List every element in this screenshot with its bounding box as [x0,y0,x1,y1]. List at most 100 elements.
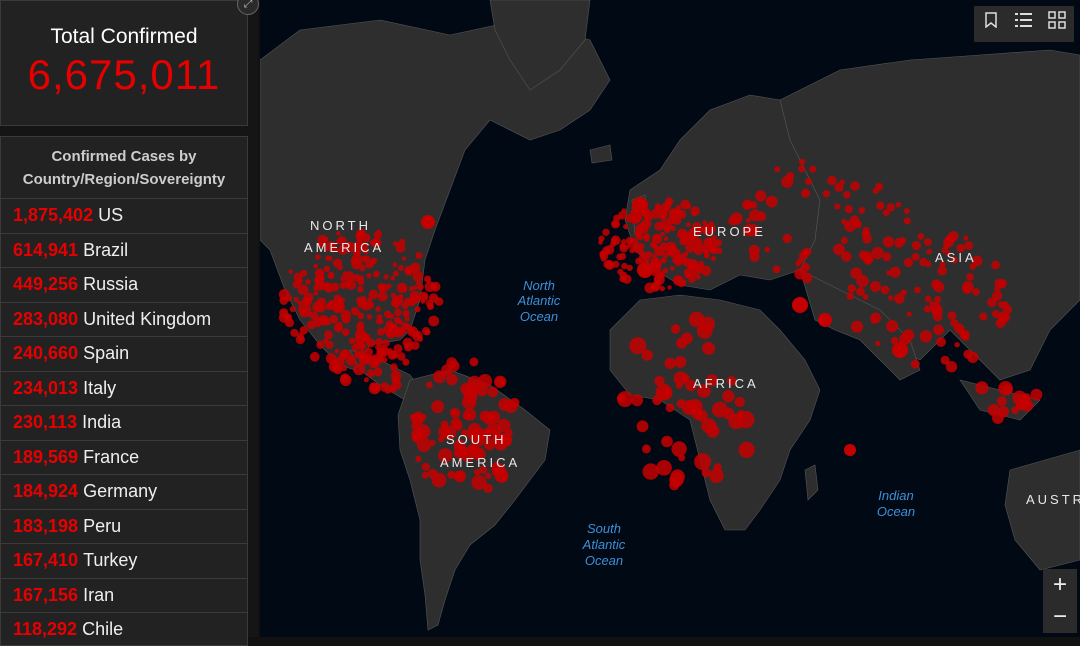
case-dot[interactable] [496,472,508,483]
case-dot[interactable] [710,256,716,262]
case-dot[interactable] [1011,406,1019,415]
case-dot[interactable] [420,413,427,421]
case-dot[interactable] [923,238,932,247]
case-dot[interactable] [303,292,314,303]
list-item[interactable]: 118,292 Chile [1,612,247,645]
case-dot[interactable] [359,264,366,272]
case-dot[interactable] [834,203,841,210]
case-dot[interactable] [700,316,715,332]
case-dot[interactable] [850,181,860,191]
case-dot[interactable] [621,262,628,270]
case-dot[interactable] [917,233,925,240]
case-dot[interactable] [681,400,697,415]
case-dot[interactable] [323,338,329,344]
case-dot[interactable] [963,235,969,241]
case-dot[interactable] [641,349,653,361]
case-dot[interactable] [910,359,920,369]
case-dot[interactable] [409,413,416,420]
case-dot[interactable] [408,285,415,292]
case-dot[interactable] [288,269,294,274]
case-dot[interactable] [964,241,974,250]
case-dot[interactable] [368,289,379,300]
case-dot[interactable] [850,267,862,280]
case-dot[interactable] [722,390,735,403]
case-dot[interactable] [398,265,404,271]
case-dot[interactable] [681,332,693,345]
case-dot[interactable] [632,197,648,213]
zoom-in-button[interactable]: + [1043,569,1077,601]
case-dot[interactable] [677,209,687,219]
qr-grid-icon[interactable] [1044,11,1070,37]
case-dot[interactable] [774,166,781,173]
case-dot[interactable] [652,234,661,242]
case-dot[interactable] [972,288,980,296]
case-dot[interactable] [730,212,743,225]
case-dot[interactable] [643,214,651,221]
case-dot[interactable] [394,308,402,317]
case-dot[interactable] [415,252,423,259]
case-dot[interactable] [335,321,343,329]
case-dot[interactable] [390,363,398,372]
case-dot[interactable] [931,279,942,290]
case-dot[interactable] [713,463,722,472]
case-dot[interactable] [402,358,410,366]
case-dot[interactable] [324,330,333,340]
case-dot[interactable] [822,190,830,198]
list-item[interactable]: 167,156 Iran [1,577,247,613]
case-dot[interactable] [923,305,932,313]
case-dot[interactable] [392,270,399,277]
list-item[interactable]: 183,198 Peru [1,508,247,544]
case-dot[interactable] [899,237,907,245]
case-dot[interactable] [401,256,407,261]
case-dot[interactable] [992,290,1003,301]
case-dot[interactable] [914,286,921,294]
case-dot[interactable] [289,306,296,313]
case-dot[interactable] [344,271,355,282]
case-dot[interactable] [356,323,364,331]
case-dot[interactable] [293,296,300,303]
case-dot[interactable] [872,187,879,194]
case-dot[interactable] [772,265,781,274]
case-dot[interactable] [284,318,295,328]
case-dot[interactable] [431,283,438,290]
case-dot[interactable] [655,204,664,213]
list-item[interactable]: 240,660 Spain [1,336,247,371]
case-dot[interactable] [642,463,659,480]
case-dot[interactable] [348,337,356,345]
case-dot[interactable] [393,302,400,309]
case-dot[interactable] [996,396,1007,407]
case-dot[interactable] [357,312,365,320]
case-dot[interactable] [1030,388,1043,401]
case-dot[interactable] [801,188,811,198]
case-dot[interactable] [341,314,351,324]
case-dot[interactable] [715,247,723,255]
case-dot[interactable] [686,222,691,228]
case-dot[interactable] [833,243,845,256]
case-dot[interactable] [782,233,792,244]
list-item[interactable]: 184,924 Germany [1,474,247,509]
case-dot[interactable] [637,242,645,251]
case-dot[interactable] [714,238,722,247]
case-dot[interactable] [369,382,377,390]
case-dot[interactable] [886,203,895,212]
case-dot[interactable] [305,279,311,285]
case-dot[interactable] [377,355,385,363]
case-dot[interactable] [292,280,301,289]
case-dot[interactable] [851,320,864,333]
case-dot[interactable] [487,410,501,424]
case-dot[interactable] [428,315,440,327]
case-dot[interactable] [954,342,960,348]
case-dot[interactable] [309,351,320,362]
case-dot[interactable] [476,384,488,397]
case-dot[interactable] [662,267,669,274]
case-dot[interactable] [697,260,705,268]
case-dot[interactable] [684,271,692,279]
case-dot[interactable] [379,283,389,293]
case-dot[interactable] [360,255,368,262]
case-dot[interactable] [323,282,334,293]
case-dot[interactable] [619,243,627,251]
case-dot[interactable] [669,480,680,491]
case-dot[interactable] [498,398,512,411]
case-dot[interactable] [933,324,944,336]
case-dot[interactable] [469,357,479,367]
